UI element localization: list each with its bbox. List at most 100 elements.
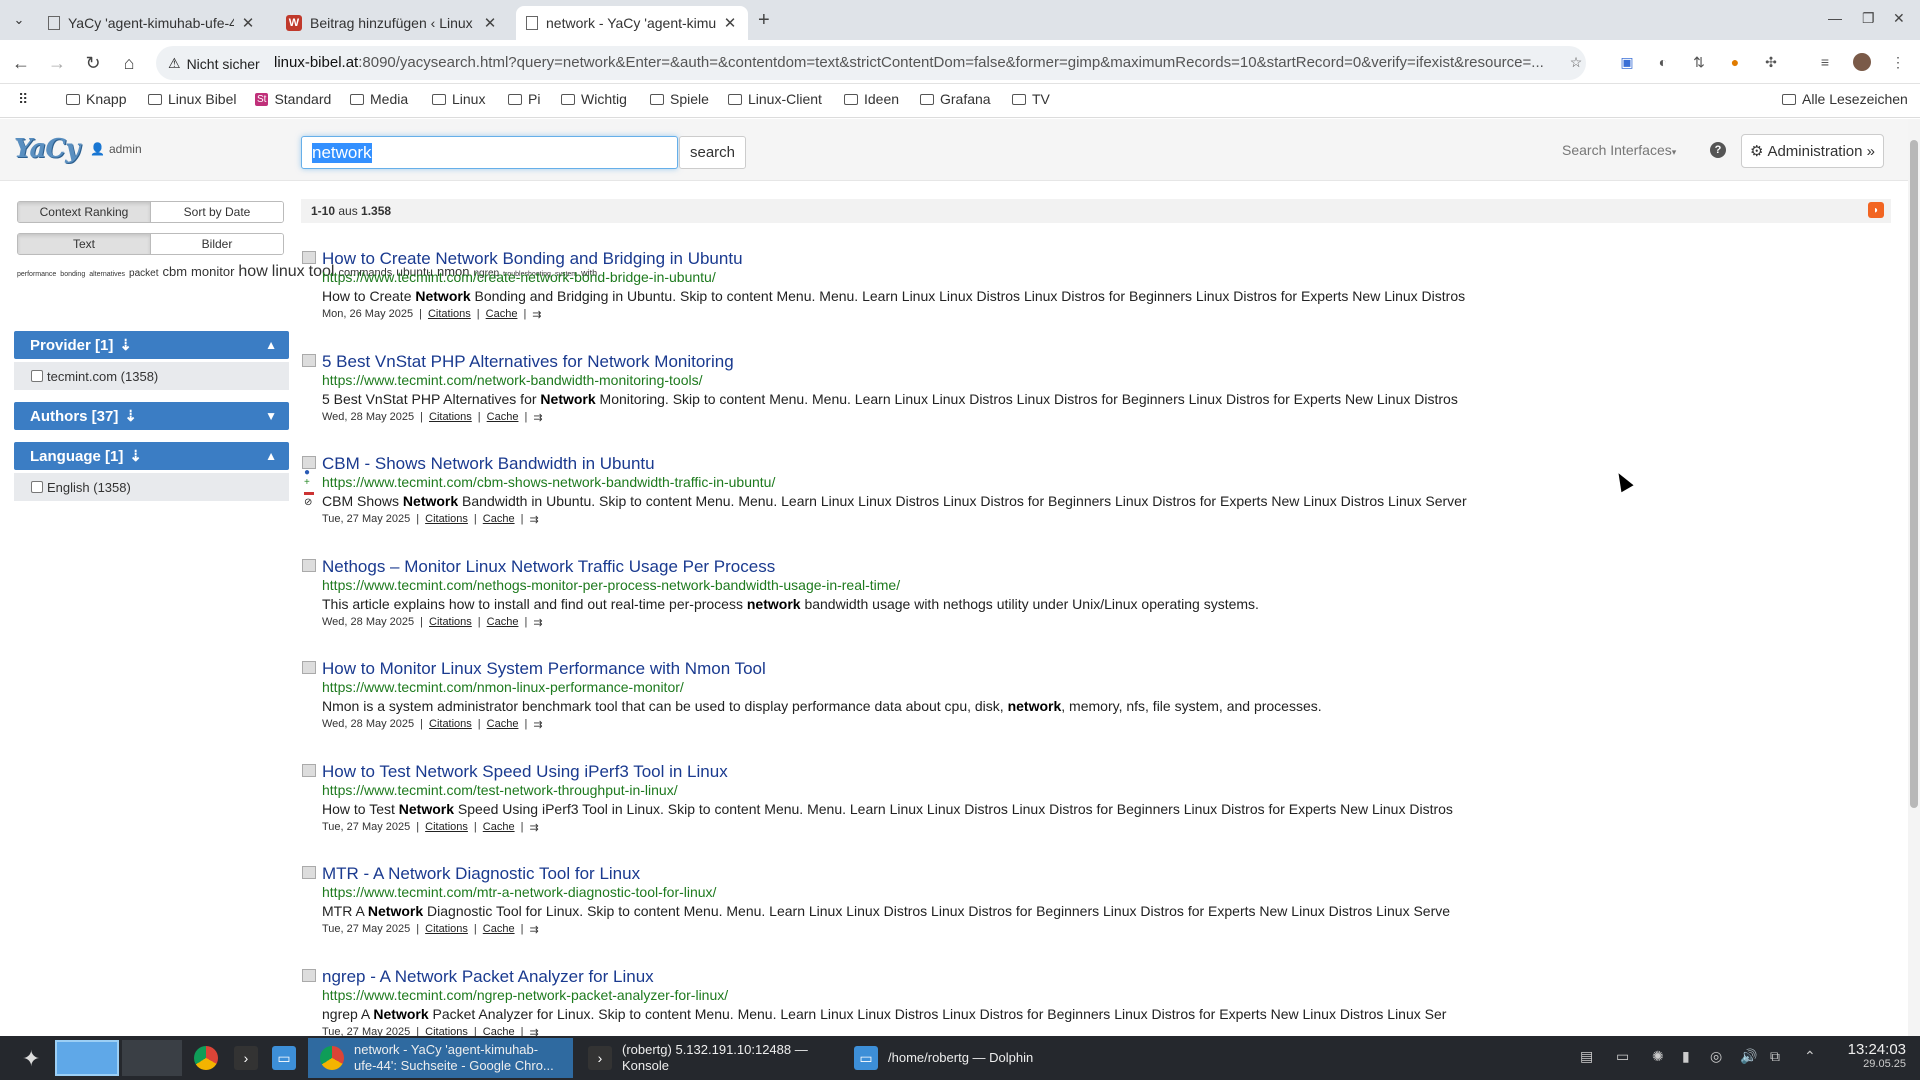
battery-icon[interactable]: ▮ — [1682, 1048, 1690, 1065]
result-url-link[interactable]: https://www.tecmint.com/create-network-b… — [322, 269, 716, 285]
task-chrome[interactable]: network - YaCy 'agent-kimuhab-ufe-44': S… — [308, 1038, 573, 1078]
chrome-icon[interactable] — [194, 1046, 218, 1070]
share-icon[interactable]: ⇉ — [533, 616, 542, 629]
close-icon[interactable]: ✕ — [240, 14, 256, 32]
authors-facet-header[interactable]: Authors [37] ⇣ ▼ — [14, 402, 289, 430]
result-title-link[interactable]: MTR - A Network Diagnostic Tool for Linu… — [322, 864, 640, 884]
cache-link[interactable]: Cache — [483, 513, 515, 526]
administration-button[interactable]: ⚙ Administration » — [1741, 134, 1884, 168]
minimize-button[interactable]: — — [1828, 10, 1842, 26]
close-icon[interactable]: ✕ — [722, 14, 738, 32]
tag-cloud-word[interactable]: how — [238, 263, 267, 280]
yacy-logo[interactable]: YaCy — [14, 134, 80, 168]
url-text[interactable]: linux-bibel.at:8090/yacysearch.html?quer… — [274, 54, 1554, 71]
help-icon[interactable]: ? — [1710, 142, 1726, 158]
result-title-link[interactable]: 5 Best VnStat PHP Alternatives for Netwo… — [322, 352, 734, 372]
search-input[interactable]: network — [301, 136, 678, 169]
tag-cloud-word[interactable]: cbm — [162, 264, 187, 279]
share-icon[interactable]: ⇉ — [533, 718, 542, 731]
tab-search-chevron-icon[interactable]: ⌄ — [8, 9, 30, 31]
result-title-link[interactable]: ngrep - A Network Packet Analyzer for Li… — [322, 967, 654, 987]
clipboard-icon[interactable]: ▤ — [1580, 1048, 1593, 1065]
home-button[interactable]: ⌂ — [118, 52, 140, 74]
cache-link[interactable]: Cache — [483, 923, 515, 936]
share-icon[interactable]: ⇉ — [532, 308, 541, 321]
citations-link[interactable]: Citations — [428, 308, 471, 321]
citations-link[interactable]: Citations — [429, 718, 472, 731]
task-dolphin[interactable]: ▭ /home/robertg — Dolphin — [842, 1038, 1104, 1078]
bookmark-linux-bibel[interactable]: Linux Bibel — [148, 91, 237, 107]
language-facet-item[interactable]: English (1358) — [14, 473, 289, 501]
checkbox[interactable] — [31, 481, 43, 493]
bookmark-wichtig[interactable]: Wichtig — [561, 91, 627, 107]
forward-button[interactable]: → — [46, 52, 68, 74]
extension-icon[interactable]: ⇅ — [1689, 52, 1709, 72]
citations-link[interactable]: Citations — [425, 821, 468, 834]
tag-cloud-word[interactable]: monitor — [191, 264, 234, 279]
puzzle-icon[interactable]: ✣ — [1761, 52, 1781, 72]
result-url-link[interactable]: https://www.tecmint.com/test-network-thr… — [322, 782, 678, 798]
result-title-link[interactable]: How to Monitor Linux System Performance … — [322, 659, 766, 679]
app-launcher-icon[interactable]: ✦ — [22, 1046, 40, 1072]
search-button[interactable]: search — [679, 136, 746, 169]
avatar[interactable] — [1852, 52, 1872, 72]
sort-by-date-button[interactable]: Sort by Date — [150, 202, 283, 222]
extension-icon[interactable]: ● — [1725, 52, 1745, 72]
text-tab[interactable]: Text — [18, 234, 150, 254]
apps-grid-icon[interactable]: ⠿ — [18, 91, 28, 108]
result-title-link[interactable]: Nethogs – Monitor Linux Network Traffic … — [322, 557, 775, 577]
menu-dots-icon[interactable]: ⋮ — [1888, 52, 1908, 72]
all-bookmarks[interactable]: Alle Lesezeichen — [1782, 91, 1908, 107]
citations-link[interactable]: Citations — [429, 616, 472, 629]
tab-network-yacy[interactable]: network - YaCy 'agent-kimu ✕ — [516, 6, 748, 40]
back-button[interactable]: ← — [10, 52, 32, 74]
admin-link[interactable]: 👤 admin — [90, 142, 142, 156]
bookmark-knapp[interactable]: Knapp — [66, 91, 126, 107]
share-icon[interactable]: ⇉ — [529, 923, 538, 936]
close-icon[interactable]: ✕ — [482, 14, 498, 32]
result-url-link[interactable]: https://www.tecmint.com/ngrep-network-pa… — [322, 987, 728, 1003]
bookmark-tv[interactable]: TV — [1012, 91, 1050, 107]
rss-icon[interactable]: ◗ — [1868, 202, 1884, 218]
tag-cloud-word[interactable]: linux — [272, 263, 305, 280]
result-url-link[interactable]: https://www.tecmint.com/nethogs-monitor-… — [322, 577, 900, 593]
reload-button[interactable]: ↻ — [82, 52, 104, 74]
provider-facet-item[interactable]: tecmint.com (1358) — [14, 362, 289, 390]
citations-link[interactable]: Citations — [429, 411, 472, 424]
cache-link[interactable]: Cache — [487, 718, 519, 731]
result-url-link[interactable]: https://www.tecmint.com/nmon-linux-perfo… — [322, 679, 684, 695]
bookmark-media[interactable]: Media — [350, 91, 408, 107]
tag-cloud-word[interactable]: performance — [17, 271, 56, 278]
notifications-icon[interactable]: ✺ — [1652, 1048, 1664, 1065]
bookmark-linux-client[interactable]: Linux-Client — [728, 91, 822, 107]
result-url-link[interactable]: https://www.tecmint.com/network-bandwidt… — [322, 372, 702, 388]
cache-link[interactable]: Cache — [486, 308, 518, 321]
share-icon[interactable]: ⇉ — [529, 513, 538, 526]
security-indicator[interactable]: ⚠ Nicht sicher — [168, 55, 260, 72]
volume-icon[interactable]: 🔊 — [1740, 1048, 1757, 1065]
checkbox[interactable] — [31, 370, 43, 382]
new-tab-button[interactable]: + — [758, 9, 770, 32]
vault-icon[interactable]: ◎ — [1710, 1048, 1722, 1065]
result-url-link[interactable]: https://www.tecmint.com/cbm-shows-networ… — [322, 474, 775, 490]
block-icon[interactable]: ⊘ — [304, 497, 312, 508]
tag-cloud-word[interactable]: bonding — [60, 271, 85, 278]
search-interfaces-dropdown[interactable]: Search Interfaces▾ — [1562, 142, 1676, 158]
virtual-desktop-2[interactable] — [122, 1040, 182, 1076]
bookmark-linux[interactable]: Linux — [432, 91, 485, 107]
context-ranking-button[interactable]: Context Ranking — [18, 202, 150, 222]
share-icon[interactable]: ⇉ — [529, 821, 538, 834]
bookmark-pi[interactable]: Pi — [508, 91, 540, 107]
citations-link[interactable]: Citations — [425, 513, 468, 526]
translate-icon[interactable]: ▣ — [1617, 52, 1637, 72]
clock[interactable]: 13:24:03 29.05.25 — [1836, 1041, 1906, 1070]
bookmark-ideen[interactable]: Ideen — [844, 91, 899, 107]
network-icon[interactable]: ⧉ — [1770, 1048, 1780, 1065]
provider-facet-header[interactable]: Provider [1] ⇣ ▲ — [14, 331, 289, 359]
terminal-icon[interactable]: › — [234, 1046, 258, 1070]
tab-yacy-agent[interactable]: YaCy 'agent-kimuhab-ufe-4 ✕ — [38, 6, 266, 40]
result-title-link[interactable]: CBM - Shows Network Bandwidth in Ubuntu — [322, 454, 655, 474]
bookmark-star-icon[interactable]: ☆ — [1566, 52, 1586, 72]
images-tab[interactable]: Bilder — [150, 234, 283, 254]
language-facet-header[interactable]: Language [1] ⇣ ▲ — [14, 442, 289, 470]
